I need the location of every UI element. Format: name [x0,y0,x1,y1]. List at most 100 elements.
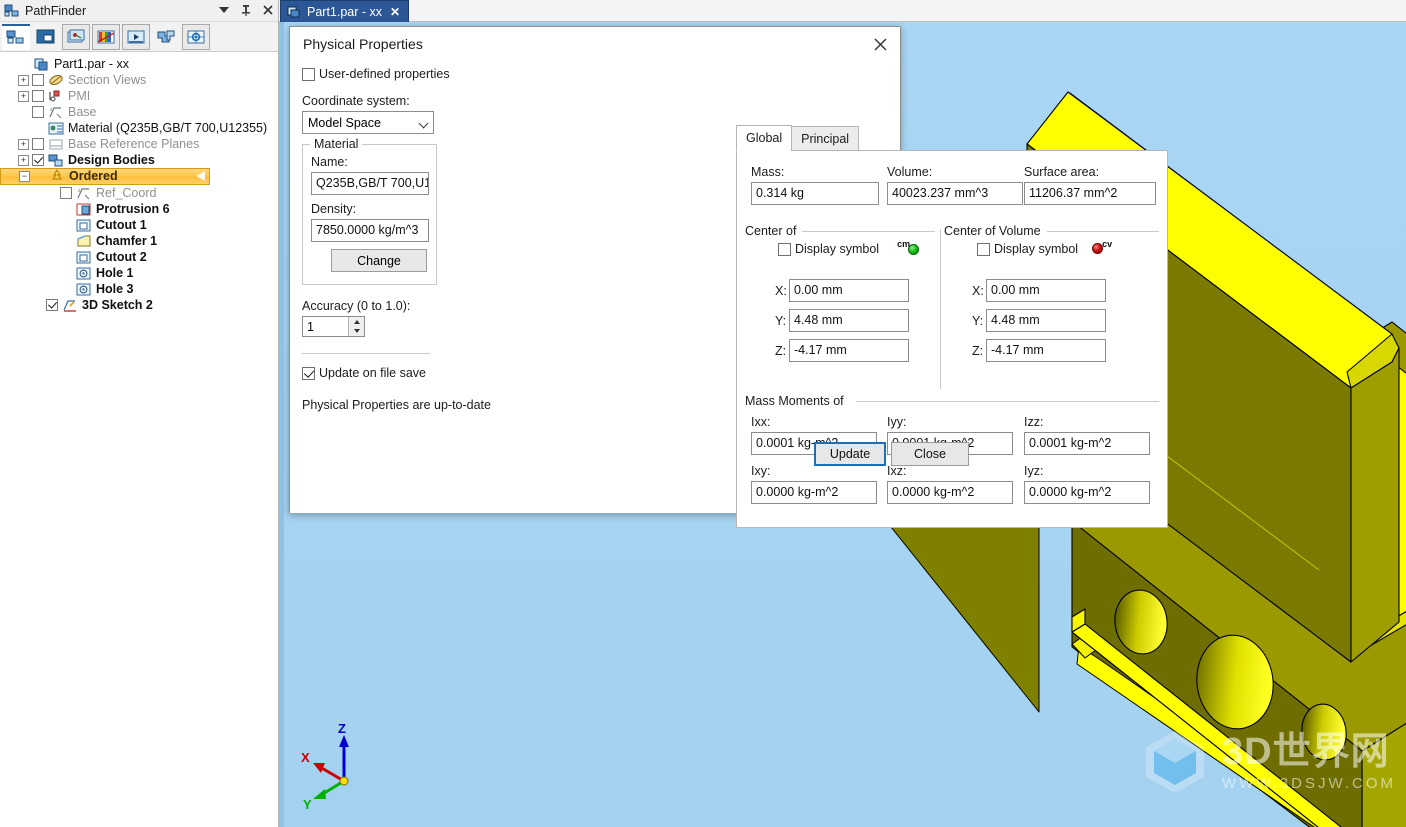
toolbar-settings-button[interactable] [182,23,210,50]
cv-y-field[interactable]: 4.48 mm [986,309,1106,332]
tree-item-checkbox[interactable] [32,154,44,166]
cm-display-symbol-label: Display symbol [795,242,880,256]
mass-moments-group-header: Mass Moments of [745,394,1159,408]
expand-icon[interactable]: + [18,74,29,86]
cm-y-field[interactable]: 4.48 mm [789,309,909,332]
toolbar-sensors-button[interactable] [62,23,90,50]
cv-y-row: Y: 4.48 mm [972,309,1106,332]
toolbar-pathfinder-button[interactable] [2,23,30,50]
toolbar-assembly-button[interactable] [152,24,180,50]
change-material-button[interactable]: Change [331,249,427,272]
user-defined-properties-row[interactable]: User-defined properties [302,67,450,81]
panel-menu-dropdown-icon[interactable] [217,2,231,18]
close-button[interactable]: Close [891,442,969,466]
tree-item-ref-coord[interactable]: z Ref_Coord [0,185,278,201]
tree-item-base-reference-planes[interactable]: + Base Reference Planes [0,136,278,152]
tab-global[interactable]: Global [736,125,793,151]
accuracy-spin-down-icon[interactable] [349,327,364,337]
tree-item-checkbox[interactable] [32,90,44,102]
cm-coordinates: X: 0.00 mm Y: 4.48 mm Z: -4.17 mm [775,279,909,369]
expand-icon[interactable]: + [18,138,29,150]
pathfinder-tree: Part1.par - xx + Section Views + PMI z Base Mat… [0,52,278,313]
tree-item-design-bodies[interactable]: + Design Bodies [0,152,278,168]
cm-z-field[interactable]: -4.17 mm [789,339,909,362]
tree-item-cutout-2[interactable]: Cutout 2 [0,249,278,265]
toolbar-family-of-parts-button[interactable] [92,23,120,50]
surface-area-field[interactable]: 11206.37 mm^2 [1024,182,1156,205]
pathfinder-window-buttons [217,2,275,18]
material-name-field[interactable]: Q235B,GB/T 700,U12355 [311,172,429,195]
ixz-field[interactable]: 0.0000 kg-m^2 [887,481,1013,504]
tree-item-section-views[interactable]: + Section Views [0,72,278,88]
document-tab-close-icon[interactable]: ✕ [390,5,400,19]
accuracy-spin-buttons[interactable] [348,317,364,336]
coordinate-system-select[interactable]: Model Space [302,111,434,134]
cv-z-field[interactable]: -4.17 mm [986,339,1106,362]
iyz-field[interactable]: 0.0000 kg-m^2 [1024,481,1150,504]
cm-display-symbol-checkbox[interactable] [778,242,791,256]
tree-item-checkbox[interactable] [32,106,44,118]
ixy-field[interactable]: 0.0000 kg-m^2 [751,481,877,504]
tree-item-cutout-1[interactable]: Cutout 1 [0,217,278,233]
tree-item-material-q235b-gb-t-700-u12355[interactable]: Material (Q235B,GB/T 700,U12355) [0,120,278,136]
izz-label: Izz: [1024,415,1044,429]
tree-item-hole-3[interactable]: Hole 3 [0,281,278,297]
cv-display-symbol-row[interactable]: Display symbol cv [977,239,1114,257]
cm-y-row: Y: 4.48 mm [775,309,909,332]
tree-item-ordered[interactable]: − Ordered [0,168,210,185]
tree-item-pmi[interactable]: + PMI [0,88,278,104]
expand-icon[interactable]: + [18,90,29,102]
properties-tabstrip: Global Principal [736,125,860,151]
tree-item-checkbox[interactable] [32,74,44,86]
tree-item-checkbox[interactable] [32,138,44,150]
tree-item-chamfer-1[interactable]: Chamfer 1 [0,233,278,249]
tree-item-3d-sketch-2[interactable]: 3D Sketch 2 [0,297,278,313]
material-density-field[interactable]: 7850.0000 kg/m^3 [311,219,429,242]
application-window: PathFinder Part1.par - xx + Section View… [0,0,1406,827]
ixx-label: Ixx: [751,415,771,429]
tree-item-checkbox[interactable] [46,299,58,311]
tree-item-label: Hole 1 [96,265,134,280]
cm-x-label: X: [775,283,787,298]
tree-item-hole-1[interactable]: Hole 1 [0,265,278,281]
tree-item-label: Material (Q235B,GB/T 700,U12355) [68,120,268,135]
cv-x-field[interactable]: 0.00 mm [986,279,1106,302]
cm-display-symbol-row[interactable]: Display symbol cm [778,239,920,257]
panel-close-icon[interactable] [261,2,275,18]
dialog-titlebar: Physical Properties [290,27,900,61]
accuracy-spin-up-icon[interactable] [349,317,364,327]
ixz-group: Ixz: 0.0000 kg-m^2 [887,464,1013,504]
update-on-file-save-row[interactable]: Update on file save [302,366,450,380]
tree-item-base[interactable]: z Base [0,104,278,120]
cv-x-label: X: [972,283,984,298]
volume-field[interactable]: 40023.237 mm^3 [887,182,1023,205]
tree-item-checkbox[interactable] [60,187,72,199]
expand-icon[interactable]: + [18,154,29,166]
cv-display-symbol-checkbox[interactable] [977,242,990,256]
update-on-file-save-checkbox[interactable] [302,366,315,380]
user-defined-properties-checkbox[interactable] [302,67,315,81]
update-button[interactable]: Update [814,442,886,466]
document-tab-part1[interactable]: Part1.par - xx ✕ [280,0,410,22]
tree-item-part1-par-xx[interactable]: Part1.par - xx [0,56,278,72]
cv-x-row: X: 0.00 mm [972,279,1106,302]
pathfinder-title: PathFinder [25,3,87,18]
tree-item-protrusion-6[interactable]: Protrusion 6 [0,201,278,217]
accuracy-stepper[interactable]: 1 [302,316,365,337]
panel-pin-icon[interactable] [239,2,253,18]
tab-principal[interactable]: Principal [791,126,860,151]
ordered-marker-arrow-icon[interactable] [196,171,205,181]
mass-field[interactable]: 0.314 kg [751,182,879,205]
izz-field[interactable]: 0.0001 kg-m^2 [1024,432,1150,455]
coordinate-axis-triad: Z X Y [299,719,389,809]
physical-properties-dialog: Physical Properties User-defined propert… [289,26,1168,528]
toolbar-layers-button[interactable] [32,24,60,50]
material-group-label: Material [310,137,363,151]
center-of-mass-group-header: Center of [745,224,935,238]
dialog-close-icon[interactable] [868,33,892,55]
collapse-icon[interactable]: − [19,171,30,182]
cm-x-field[interactable]: 0.00 mm [789,279,909,302]
toolbar-play-button[interactable] [122,23,150,50]
